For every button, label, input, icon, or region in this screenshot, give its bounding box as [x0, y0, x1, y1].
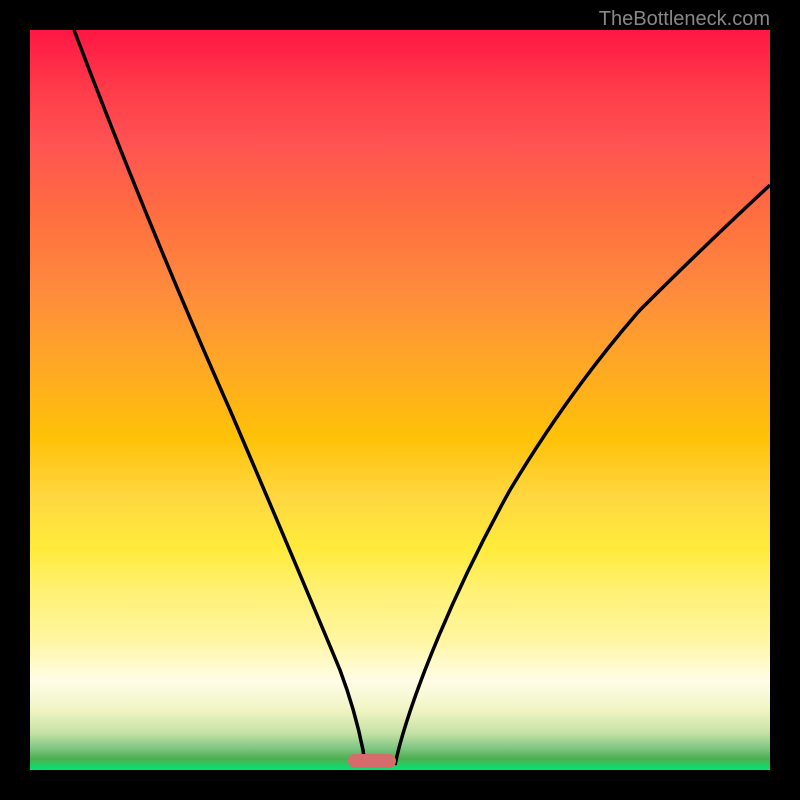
left-curve: [74, 30, 365, 765]
bottleneck-marker: [348, 754, 396, 768]
right-curve: [395, 185, 770, 765]
watermark-text: TheBottleneck.com: [599, 8, 770, 31]
curves-svg: [30, 30, 770, 770]
chart-area: [30, 30, 770, 770]
